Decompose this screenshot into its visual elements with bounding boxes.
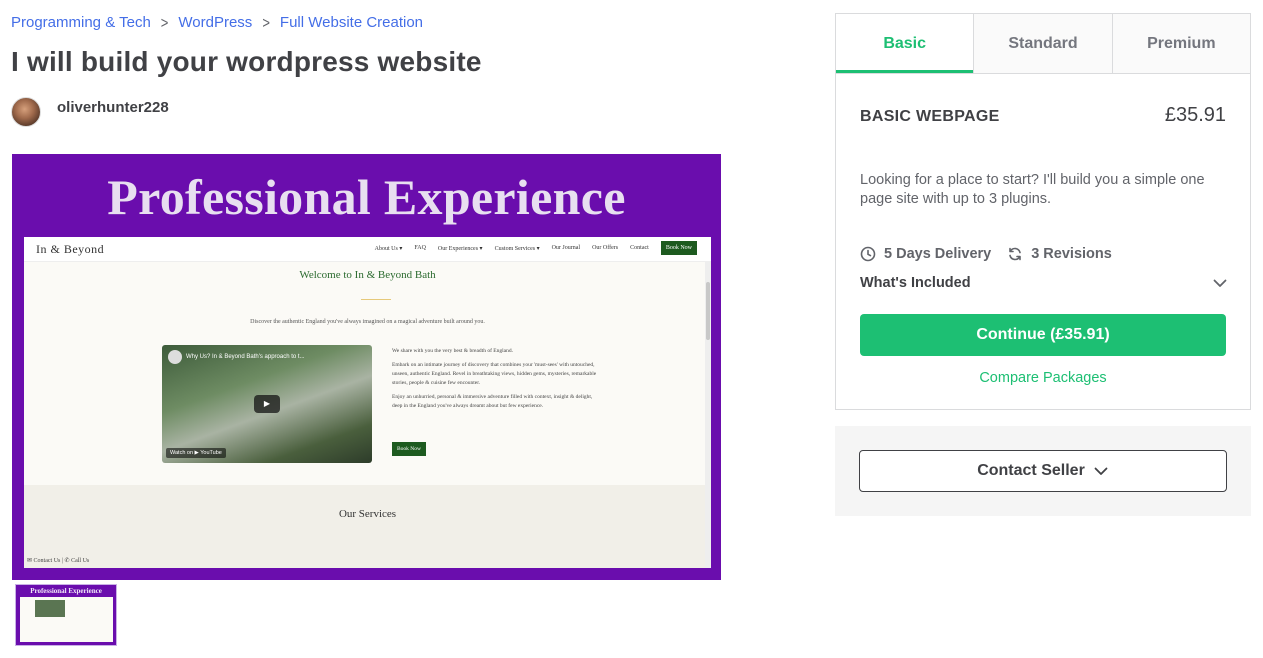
package-name: BASIC WEBPAGE: [860, 108, 1000, 125]
website-screenshot: In & Beyond About Us ▾ FAQ Our Experienc…: [24, 237, 711, 568]
chevron-down-icon: [1213, 279, 1227, 287]
package-description: Looking for a place to start? I'll build…: [860, 172, 1205, 207]
screenshot-contact-bar: ✉ Contact Us | ✆ Call Us: [27, 558, 90, 564]
divider: [361, 299, 391, 300]
screenshot-text: We share with you the very best & breadt…: [392, 347, 602, 416]
screenshot-menu-item: About Us ▾: [374, 245, 403, 252]
compare-packages-link[interactable]: Compare Packages: [836, 370, 1250, 386]
screenshot-paragraph: Enjoy an unhurried, personal & immersive…: [392, 394, 593, 409]
whats-included-toggle[interactable]: What's Included: [860, 275, 1228, 291]
continue-button[interactable]: Continue (£35.91): [860, 314, 1226, 356]
contact-seller-label: Contact Seller: [977, 462, 1085, 479]
delivery-label: 5 Days Delivery: [884, 246, 992, 262]
screenshot-menu-item: Our Experiences ▾: [437, 245, 483, 252]
play-icon: ▶: [254, 395, 280, 413]
gallery-thumbnail[interactable]: Professional Experience: [15, 584, 117, 646]
avatar[interactable]: [11, 97, 41, 127]
seller-info: oliverhunter228: [11, 97, 169, 127]
video-title: Why Us? In & Beyond Bath's approach to t…: [186, 354, 305, 360]
gallery-main-image[interactable]: Professional Experience In & Beyond Abou…: [12, 154, 721, 580]
screenshot-menu: About Us ▾ FAQ Our Experiences ▾ Custom …: [375, 241, 697, 255]
package-card: Basic Standard Premium BASIC WEBPAGE £35…: [835, 13, 1251, 410]
youtube-watch-label: Watch on ▶ YouTube: [166, 448, 226, 458]
revisions-info: 3 Revisions: [1007, 246, 1112, 262]
services-band: [24, 485, 711, 568]
chevron-right-icon: >: [160, 13, 169, 32]
screenshot-logo: In & Beyond: [36, 242, 105, 256]
package-meta: 5 Days Delivery 3 Revisions: [860, 246, 1128, 262]
package-tabs: Basic Standard Premium: [836, 14, 1250, 74]
screenshot-services-heading: Our Services: [338, 508, 397, 520]
gallery-headline: Professional Experience: [107, 169, 626, 225]
revisions-label: 3 Revisions: [1031, 246, 1112, 262]
screenshot-menu-item: Our Offers: [592, 245, 619, 251]
video-thumbnail: Why Us? In & Beyond Bath's approach to t…: [162, 345, 372, 463]
tab-premium[interactable]: Premium: [1111, 14, 1250, 73]
screenshot-menu-item: FAQ: [414, 245, 426, 251]
clock-icon: [860, 246, 876, 262]
screenshot-scrollbar: [705, 262, 711, 568]
thumbnail-screenshot: [20, 597, 113, 642]
thumbnail-title: Professional Experience: [30, 587, 102, 595]
channel-avatar: [168, 350, 182, 364]
contact-seller-button[interactable]: Contact Seller: [859, 450, 1227, 492]
breadcrumb-link-full-website-creation[interactable]: Full Website Creation: [280, 14, 423, 31]
tab-standard[interactable]: Standard: [973, 14, 1112, 73]
breadcrumb: Programming & Tech > WordPress > Full We…: [11, 13, 423, 32]
breadcrumb-link-programming-tech[interactable]: Programming & Tech: [11, 14, 151, 31]
screenshot-menu-item: Our Journal: [551, 245, 581, 251]
page-title: I will build your wordpress website: [11, 46, 482, 77]
tab-basic[interactable]: Basic: [836, 14, 974, 73]
screenshot-paragraph: We share with you the very best & breadt…: [392, 348, 513, 354]
breadcrumb-link-wordpress[interactable]: WordPress: [178, 14, 252, 31]
screenshot-welcome: Welcome to In & Beyond Bath: [299, 269, 436, 281]
screenshot-nav: In & Beyond About Us ▾ FAQ Our Experienc…: [24, 237, 711, 262]
screenshot-discover: Discover the authentic England you've al…: [250, 319, 485, 325]
chevron-right-icon: >: [262, 13, 270, 32]
delivery-info: 5 Days Delivery: [860, 246, 991, 262]
screenshot-book-now: Book Now: [660, 241, 697, 255]
screenshot-paragraph: Embark on an intimate journey of discove…: [392, 362, 597, 386]
package-price: £35.91: [1164, 104, 1226, 126]
screenshot-book-button: Book Now: [392, 442, 426, 456]
seller-name[interactable]: oliverhunter228: [57, 99, 169, 116]
screenshot-menu-item: Contact: [630, 245, 649, 251]
screenshot-menu-item: Custom Services ▾: [494, 245, 540, 252]
thumbnail-video: [35, 600, 65, 617]
chevron-down-icon: [1094, 467, 1108, 475]
contact-panel: Contact Seller: [835, 426, 1251, 516]
refresh-icon: [1009, 247, 1022, 261]
whats-included-label: What's Included: [860, 275, 971, 291]
